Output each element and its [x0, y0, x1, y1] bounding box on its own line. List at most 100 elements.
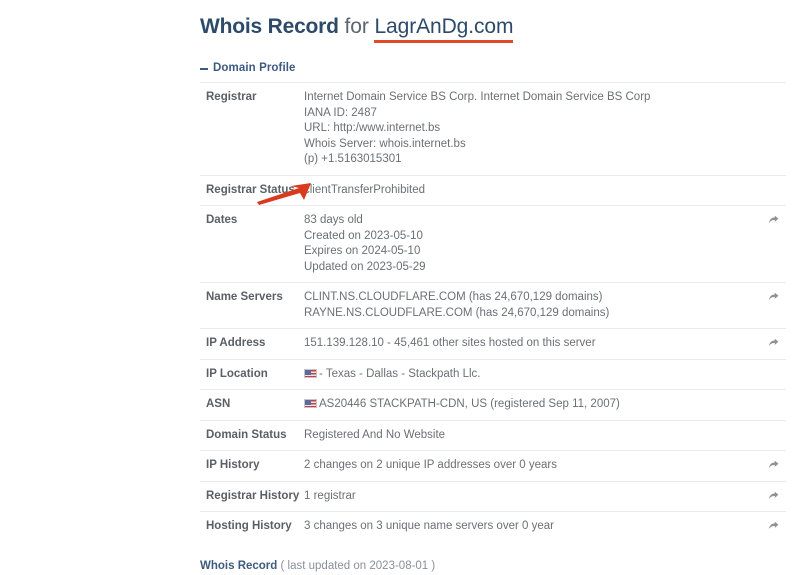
page-title-for: for	[338, 15, 375, 38]
whois-record-meta: ( last updated on 2023-08-01 )	[280, 559, 436, 572]
row-label: Name Servers	[206, 291, 283, 303]
table-row: Domain Status Registered And No Website	[200, 420, 786, 451]
domain-profile-body: Registrar Internet Domain Service BS Corp…	[200, 82, 786, 542]
row-value-text: 3 changes on 3 unique name servers over …	[304, 520, 554, 532]
row-label: IP History	[206, 459, 260, 471]
row-value-text: Created on 2023-05-10	[304, 229, 423, 242]
row-label: Dates	[206, 214, 238, 226]
row-actions	[758, 283, 786, 329]
row-actions	[758, 206, 786, 283]
row-value-line: Whois Server: whois.internet.bs	[304, 137, 752, 153]
minus-icon[interactable]	[200, 67, 208, 70]
row-actions	[758, 83, 786, 176]
table-row: Registrar Status clientTransferProhibited	[200, 175, 786, 206]
share-arrow-icon[interactable]	[767, 519, 780, 532]
share-arrow-icon[interactable]	[767, 458, 780, 471]
row-actions	[758, 359, 786, 390]
table-row: Name Servers CLINT.NS.CLOUDFLARE.COM (has…	[200, 282, 786, 329]
row-value-line: URL: http:/www.internet.bs	[304, 121, 752, 137]
row-value-line: Created on 2023-05-10	[304, 229, 752, 245]
row-label: Registrar History	[206, 489, 300, 502]
row-value-text: - Texas - Dallas - Stackpath Llc.	[319, 367, 481, 380]
row-label: Registrar Status	[206, 183, 295, 196]
whois-record-page: Whois Record for LagrAnDg.com Domain Pro…	[0, 0, 800, 575]
row-value-text: URL: http:/www.internet.bs	[304, 122, 441, 134]
row-value: 3 changes on 3 unique name servers over …	[304, 512, 758, 542]
table-row: IP Address 151.139.128.10 - 45,461 other …	[200, 328, 786, 360]
share-arrow-icon[interactable]	[767, 213, 780, 226]
row-label: ASN	[206, 398, 231, 410]
row-value: 83 days old Created on 2023-05-10 Expires …	[304, 206, 758, 283]
row-value: CLINT.NS.CLOUDFLARE.COM (has 24,670,129 …	[304, 283, 758, 329]
whois-record-title: Whois Record	[200, 559, 278, 572]
row-label: IP Address	[206, 337, 266, 349]
row-value-line: 151.139.128.10 - 45,461 other sites host…	[304, 336, 752, 352]
row-value-text: AS20446 STACKPATH-CDN, US (registered Se…	[319, 398, 620, 410]
table-row: IP History 2 changes on 2 unique IP addre…	[200, 450, 786, 482]
row-value-text: 83 days old	[304, 214, 363, 226]
table-row: Dates 83 days old Created on 2023-05-10 Exp…	[200, 205, 786, 283]
row-value: Internet Domain Service BS Corp. Interne…	[304, 83, 758, 176]
row-value: 2 changes on 2 unique IP addresses over …	[304, 451, 758, 482]
share-arrow-icon[interactable]	[767, 336, 780, 349]
row-value: Registered And No Website	[304, 420, 758, 451]
row-value-text: 151.139.128.10 - 45,461 other sites host…	[304, 337, 596, 349]
row-value-line: 83 days old	[304, 213, 752, 229]
row-value-line: 3 changes on 3 unique name servers over …	[304, 519, 752, 535]
row-value-line: CLINT.NS.CLOUDFLARE.COM (has 24,670,129 …	[304, 290, 752, 306]
row-value-line: RAYNE.NS.CLOUDFLARE.COM (has 24,670,129 …	[304, 306, 752, 322]
page-title-strong: Whois Record	[200, 15, 339, 38]
row-value-text: Internet Domain Service BS Corp. Interne…	[304, 91, 651, 103]
row-value-line: Internet Domain Service BS Corp. Interne…	[304, 90, 752, 106]
row-value-text: clientTransferProhibited	[304, 183, 426, 196]
row-value-text: IANA ID: 2487	[304, 106, 377, 119]
row-actions	[758, 481, 786, 512]
domain-profile-table: Registrar Internet Domain Service BS Corp…	[200, 82, 786, 542]
row-value-text: Updated on 2023-05-29	[304, 260, 426, 273]
domain-profile-section-header[interactable]: Domain Profile	[200, 62, 786, 74]
content-column: Whois Record for LagrAnDg.com Domain Pro…	[200, 0, 786, 575]
row-value: - Texas - Dallas - Stackpath Llc.	[304, 359, 758, 390]
row-value-text: (p) +1.5163015301	[304, 153, 402, 165]
share-arrow-icon[interactable]	[767, 489, 780, 502]
row-value-text: 1 registrar	[304, 489, 356, 502]
row-actions	[758, 390, 786, 421]
row-value-line: Updated on 2023-05-29	[304, 260, 752, 276]
row-label: Registrar	[206, 91, 257, 103]
row-value-line: 2 changes on 2 unique IP addresses over …	[304, 458, 752, 474]
table-row: Registrar History 1 registrar	[200, 481, 786, 512]
us-flag-icon	[304, 399, 317, 408]
row-actions	[758, 420, 786, 451]
row-value: clientTransferProhibited	[304, 175, 758, 206]
domain-profile-label: Domain Profile	[213, 62, 296, 74]
row-value: AS20446 STACKPATH-CDN, US (registered Se…	[304, 390, 758, 421]
row-value-line: Registered And No Website	[304, 428, 752, 444]
row-value-line: - Texas - Dallas - Stackpath Llc.	[304, 367, 752, 383]
table-row: IP Location - Texas - Dallas - Stackpath …	[200, 359, 786, 390]
row-actions	[758, 329, 786, 360]
share-arrow-icon[interactable]	[767, 290, 780, 303]
row-value-text: Whois Server: whois.internet.bs	[304, 137, 466, 150]
table-row: ASN AS20446 STACKPATH-CDN, US (registered…	[200, 389, 786, 421]
row-label: Domain Status	[206, 428, 287, 441]
row-value-line: Expires on 2024-05-10	[304, 244, 752, 260]
table-row: Hosting History 3 changes on 3 unique nam…	[200, 511, 786, 542]
us-flag-icon	[304, 368, 317, 378]
row-value-text: RAYNE.NS.CLOUDFLARE.COM (has 24,670,129 …	[304, 306, 610, 319]
row-value-text: Expires on 2024-05-10	[304, 245, 421, 257]
row-label: Hosting History	[206, 520, 292, 532]
page-title: Whois Record for LagrAnDg.com	[200, 0, 786, 41]
whois-record-header: Whois Record ( last updated on 2023-08-0…	[200, 560, 786, 572]
row-value-text: 2 changes on 2 unique IP addresses over …	[304, 459, 557, 471]
row-value-line: 1 registrar	[304, 489, 752, 505]
row-value-line: (p) +1.5163015301	[304, 152, 752, 168]
row-label: IP Location	[206, 367, 268, 380]
page-title-domain[interactable]: LagrAnDg.com	[374, 15, 513, 38]
row-value: 1 registrar	[304, 481, 758, 512]
row-value-line: IANA ID: 2487	[304, 106, 752, 122]
row-value: 151.139.128.10 - 45,461 other sites host…	[304, 329, 758, 360]
row-value-text: CLINT.NS.CLOUDFLARE.COM (has 24,670,129 …	[304, 291, 603, 303]
row-value-line: clientTransferProhibited	[304, 183, 752, 199]
row-actions	[758, 512, 786, 542]
row-actions	[758, 175, 786, 206]
